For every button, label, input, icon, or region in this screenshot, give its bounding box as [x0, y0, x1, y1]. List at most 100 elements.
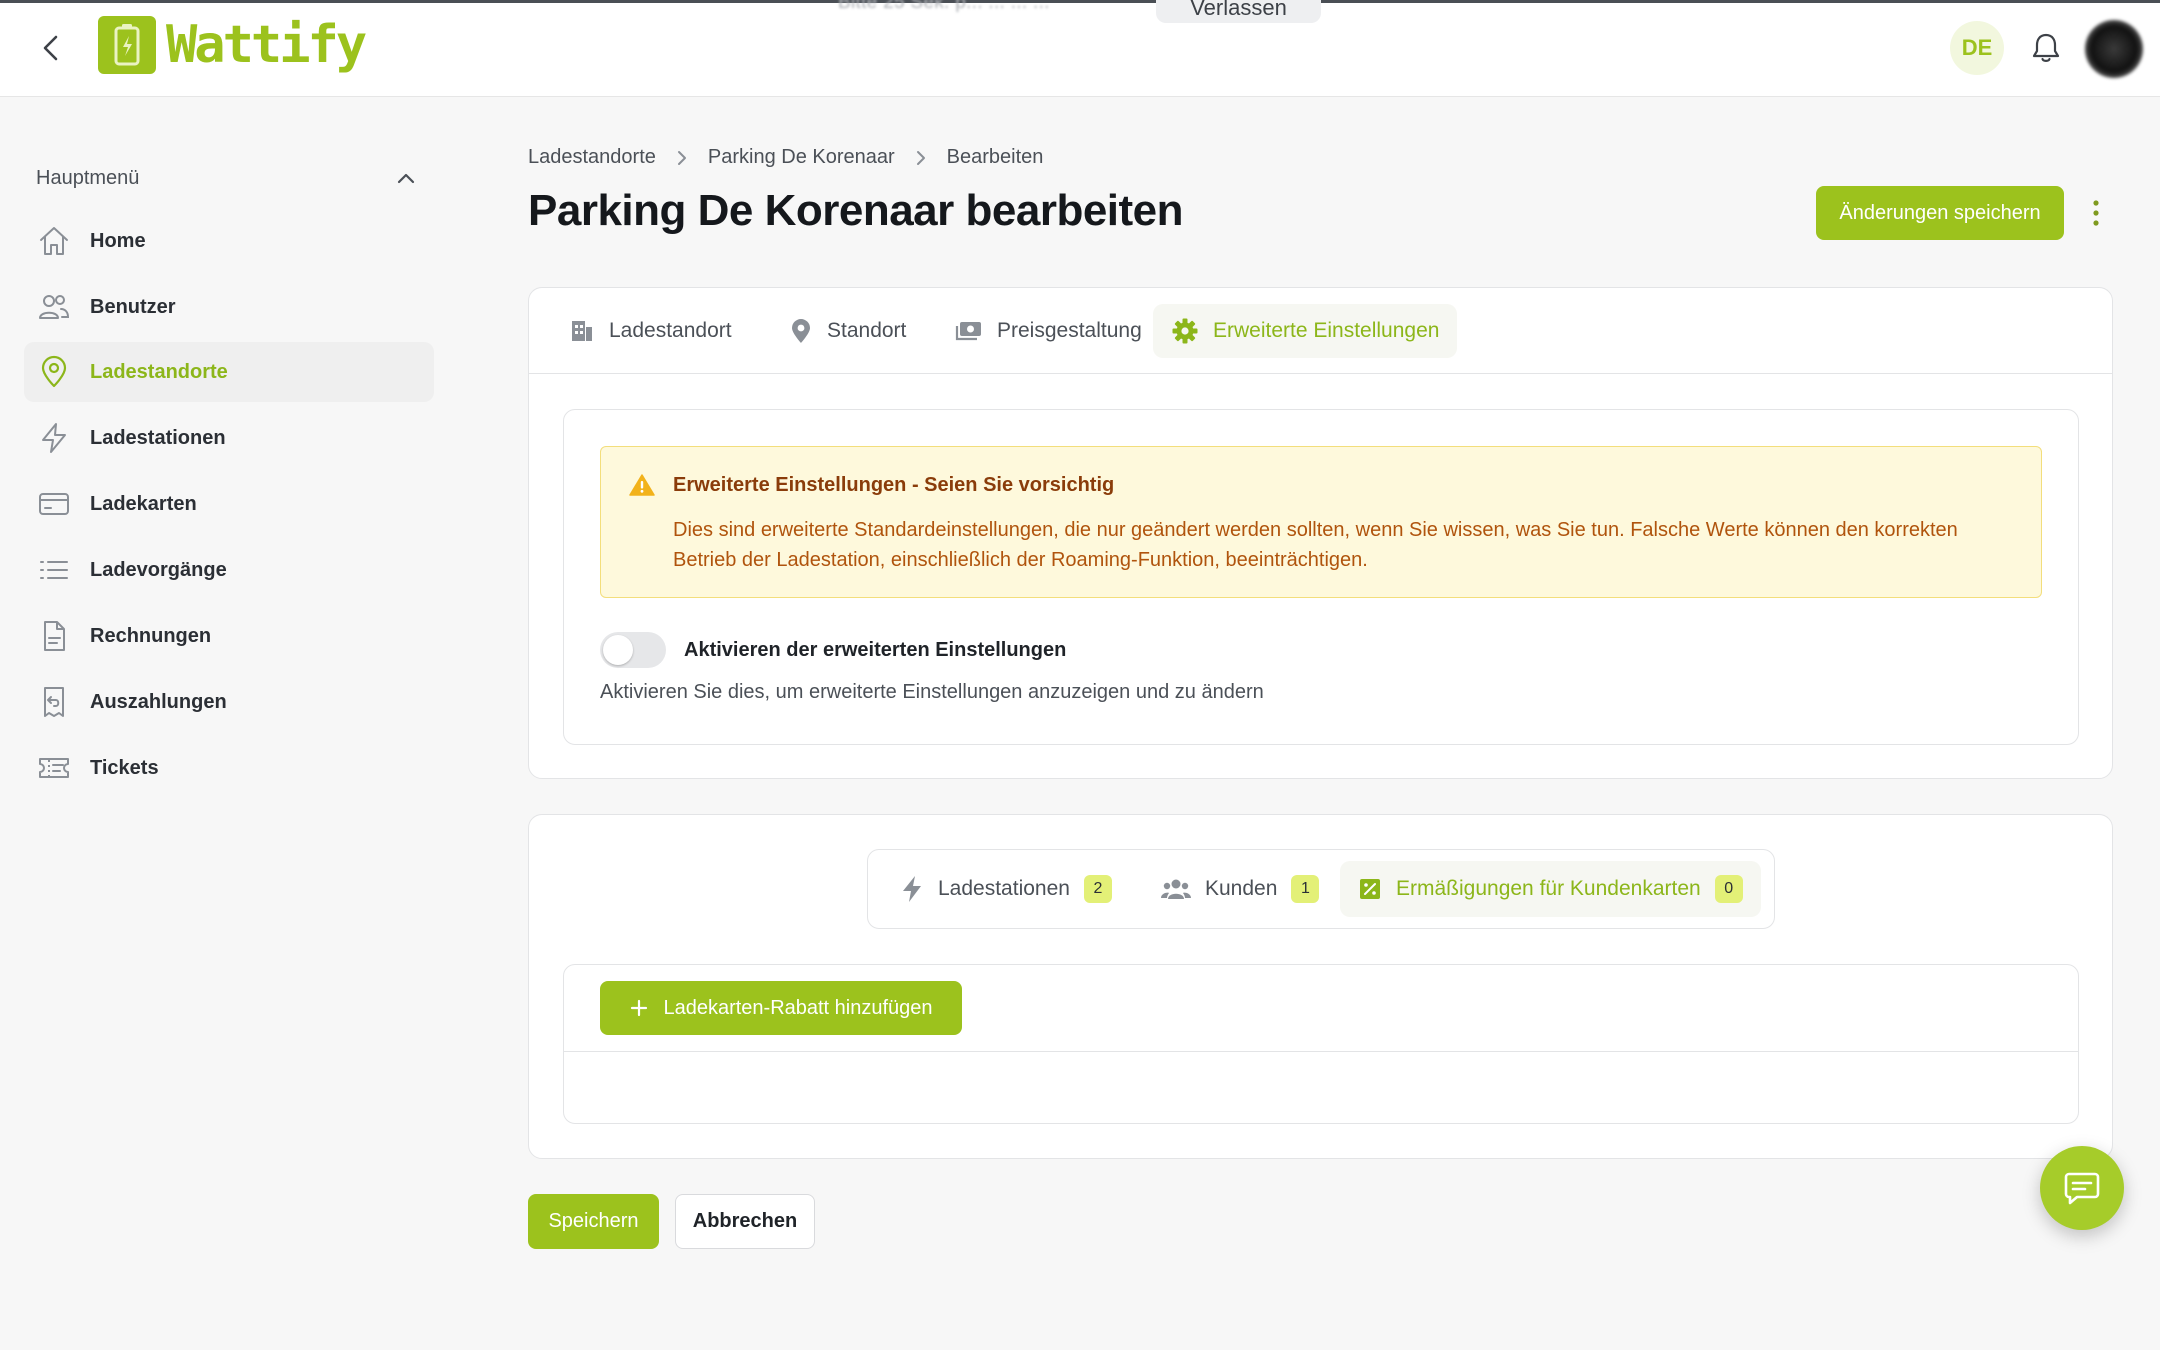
sidebar-item-label: Ladestandorte — [90, 360, 228, 383]
alert-title: Erweiterte Einstellungen - Seien Sie vor… — [673, 474, 1115, 496]
main-menu-title: Hauptmenü — [36, 166, 140, 189]
sidebar-item-ladekarten[interactable]: Ladekarten — [24, 474, 434, 534]
tab-label: Standort — [827, 319, 907, 342]
building-icon — [572, 321, 592, 341]
sidebar-item-auszahlungen[interactable]: Auszahlungen — [24, 672, 434, 732]
users-icon — [36, 289, 72, 325]
map-pin-icon — [36, 354, 72, 390]
tab-preisgestaltung[interactable]: Preisgestaltung — [937, 304, 1160, 358]
count-badge: 0 — [1714, 875, 1743, 903]
sidebar-item-tickets[interactable]: Tickets — [24, 738, 434, 798]
subtab-label: Ladestationen — [938, 877, 1070, 900]
alert-text: Dies sind erweiterte Standardeinstellung… — [673, 519, 1958, 571]
sidebar-item-benutzer[interactable]: Benutzer — [24, 277, 434, 337]
sidebar-item-rechnungen[interactable]: Rechnungen — [24, 606, 434, 666]
breadcrumb: Ladestandorte Parking De Korenaar Bearbe… — [528, 146, 1043, 169]
toggle-knob — [603, 635, 633, 665]
save-button[interactable]: Speichern — [528, 1194, 659, 1249]
list-icon — [36, 552, 72, 588]
window-edge — [0, 0, 2160, 3]
subtab-ladestationen[interactable]: Ladestationen 2 — [882, 861, 1130, 917]
discount-icon — [1360, 879, 1380, 899]
tab-label: Erweiterte Einstellungen — [1213, 319, 1440, 342]
sidebar-item-ladestationen[interactable]: Ladestationen — [24, 408, 434, 468]
receipt-refund-icon — [36, 684, 72, 720]
user-group-icon — [1161, 879, 1191, 899]
cash-icon — [955, 322, 981, 341]
battery-icon — [98, 16, 156, 74]
related-data-card: Ladestationen 2 Kunden 1 Ermäßigungen fü… — [528, 814, 2113, 1159]
chevron-right-icon — [676, 149, 688, 167]
sidebar-item-label: Benutzer — [90, 295, 176, 318]
lightning-icon — [903, 876, 921, 902]
more-options-button[interactable] — [2084, 196, 2108, 230]
count-badge: 2 — [1083, 875, 1112, 903]
top-bar: Bitte 25 Sek. p... ... ... ... Verlassen… — [0, 0, 2160, 97]
tab-ladestandort[interactable]: Ladestandort — [551, 304, 750, 358]
sidebar-item-label: Auszahlungen — [90, 690, 227, 713]
save-changes-button[interactable]: Änderungen speichern — [1816, 186, 2064, 240]
sidebar-item-label: Tickets — [90, 756, 159, 779]
user-avatar[interactable] — [2085, 20, 2143, 78]
sidebar-item-ladevorgaenge[interactable]: Ladevorgänge — [24, 540, 434, 600]
sidebar-item-ladestandorte[interactable]: Ladestandorte — [24, 342, 434, 402]
warning-triangle-icon — [629, 474, 655, 496]
home-icon — [36, 223, 72, 259]
notifications-button[interactable] — [2030, 31, 2062, 65]
gear-icon — [1172, 318, 1198, 344]
breadcrumb-ladestandorte[interactable]: Ladestandorte — [528, 146, 656, 169]
sidebar-item-label: Ladestationen — [90, 426, 226, 449]
subtab-ermaessigungen[interactable]: Ermäßigungen für Kundenkarten 0 — [1340, 861, 1761, 917]
tab-label: Ladestandort — [609, 319, 732, 342]
subtab-kunden[interactable]: Kunden 1 — [1143, 861, 1337, 917]
tab-bar: Ladestandort Standort Preisgestaltung Er… — [529, 288, 2112, 374]
brand-logo[interactable]: Wattify — [98, 15, 367, 75]
chevron-up-icon — [397, 173, 415, 184]
warning-alert: Erweiterte Einstellungen - Seien Sie vor… — [600, 446, 2042, 598]
ticket-icon — [36, 750, 72, 786]
sidebar-item-label: Ladevorgänge — [90, 558, 227, 581]
sidebar-item-home[interactable]: Home — [24, 211, 434, 271]
toggle-description: Aktivieren Sie dies, um erweiterte Einst… — [600, 681, 1264, 703]
edit-form-card: Ladestandort Standort Preisgestaltung Er… — [528, 287, 2113, 779]
sidebar-item-label: Rechnungen — [90, 624, 212, 647]
back-button[interactable] — [36, 30, 66, 66]
tab-standort[interactable]: Standort — [771, 304, 924, 358]
cancel-button[interactable]: Abbrechen — [675, 1194, 815, 1249]
advanced-settings-panel: Erweiterte Einstellungen - Seien Sie vor… — [563, 409, 2079, 745]
page-title: Parking De Korenaar bearbeiten — [528, 186, 1184, 235]
bell-icon — [2032, 33, 2060, 62]
tab-label: Preisgestaltung — [997, 319, 1142, 342]
credit-card-icon — [36, 486, 72, 522]
breadcrumb-location[interactable]: Parking De Korenaar — [708, 146, 895, 169]
chevron-right-icon — [915, 149, 927, 167]
toggle-label: Aktivieren der erweiterten Einstellungen — [684, 639, 1067, 661]
chat-bubble-icon — [2064, 1172, 2100, 1205]
location-icon — [792, 319, 810, 343]
chat-button[interactable] — [2040, 1146, 2124, 1230]
subtab-label: Ermäßigungen für Kundenkarten — [1396, 877, 1701, 900]
tab-erweiterte-einstellungen[interactable]: Erweiterte Einstellungen — [1153, 304, 1458, 358]
divider — [564, 1051, 2078, 1052]
main-menu-toggle[interactable]: Hauptmenü — [36, 163, 416, 193]
sidebar: Hauptmenü Home Benutzer Ladestandorte La… — [0, 97, 450, 1350]
segmented-tabs: Ladestationen 2 Kunden 1 Ermäßigungen fü… — [867, 849, 1775, 929]
discount-list-panel: Ladekarten-Rabatt hinzufügen — [563, 964, 2079, 1124]
plus-icon — [631, 999, 648, 1017]
overlay-leave-button[interactable]: Verlassen — [1156, 0, 1321, 23]
add-discount-label: Ladekarten-Rabatt hinzufügen — [663, 996, 933, 1019]
count-badge: 1 — [1291, 875, 1320, 903]
overlay-notice-text: Bitte 25 Sek. p... ... ... ... — [838, 0, 1050, 13]
subtab-label: Kunden — [1205, 877, 1278, 900]
advanced-settings-toggle[interactable] — [600, 632, 666, 668]
dots-vertical-icon — [2093, 200, 2099, 226]
brand-name: Wattify — [166, 15, 367, 75]
sidebar-item-label: Ladekarten — [90, 492, 197, 515]
invoice-icon — [36, 618, 72, 654]
breadcrumb-current: Bearbeiten — [946, 146, 1044, 168]
language-switcher[interactable]: DE — [1950, 21, 2004, 75]
add-card-discount-button[interactable]: Ladekarten-Rabatt hinzufügen — [600, 981, 962, 1035]
lightning-icon — [36, 420, 72, 456]
chevron-left-icon — [43, 35, 58, 61]
sidebar-item-label: Home — [90, 229, 146, 252]
